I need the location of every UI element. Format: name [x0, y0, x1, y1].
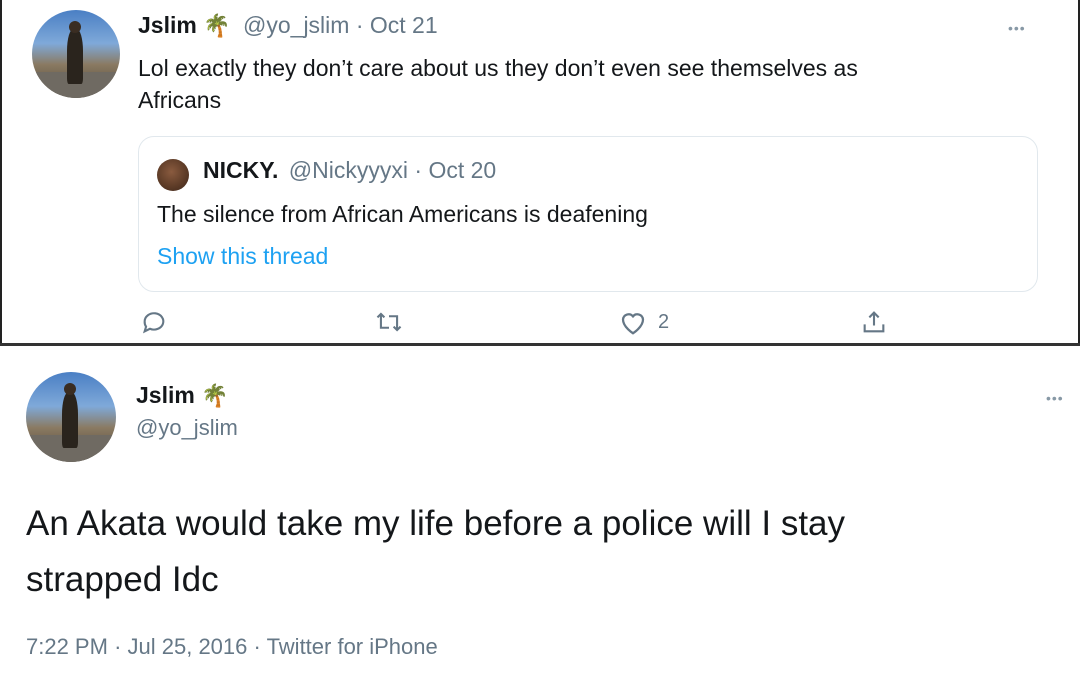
- main-tweet[interactable]: Jslim 🌴 @yo_jslim ••• An Akata would tak…: [0, 346, 1080, 678]
- tweet-text-line: An Akata would take my life before a pol…: [26, 504, 846, 543]
- action-bar: 2: [2, 308, 1080, 348]
- tweet-text: An Akata would take my life before a pol…: [26, 496, 845, 608]
- share-icon: [860, 308, 888, 336]
- more-options-icon[interactable]: •••: [1046, 390, 1064, 406]
- reply-icon: [140, 308, 168, 336]
- reply-button[interactable]: [140, 308, 168, 336]
- quoted-handle: @Nickyyyxi: [288, 157, 408, 183]
- retweet-icon: [374, 308, 404, 336]
- like-button[interactable]: 2: [618, 308, 669, 336]
- tweet-date[interactable]: Oct 21: [370, 12, 438, 38]
- share-button[interactable]: [860, 308, 888, 336]
- retweet-button[interactable]: [374, 308, 404, 336]
- author-block: Jslim 🌴 @yo_jslim: [136, 382, 238, 441]
- display-name[interactable]: Jslim: [138, 12, 197, 38]
- tweet-source[interactable]: Twitter for iPhone: [267, 634, 438, 659]
- quoted-date: Oct 20: [428, 157, 497, 183]
- tweet-date[interactable]: Jul 25, 2016: [128, 634, 248, 659]
- show-thread-link[interactable]: Show this thread: [157, 243, 328, 270]
- quoted-header: NICKY. @Nickyyyxi · Oct 20: [203, 157, 496, 184]
- palm-tree-emoji: 🌴: [203, 13, 231, 38]
- separator: ·: [414, 157, 423, 183]
- tweet-time[interactable]: 7:22 PM: [26, 634, 108, 659]
- user-handle[interactable]: @yo_jslim: [243, 12, 349, 38]
- quoted-display-name: NICKY.: [203, 157, 279, 183]
- tweet-text: Lol exactly they don’t care about us the…: [138, 52, 858, 116]
- tweet-text-line: strapped Idc: [26, 560, 219, 599]
- quoted-avatar: [157, 159, 189, 191]
- like-count: 2: [658, 310, 670, 333]
- quoted-tweet[interactable]: NICKY. @Nickyyyxi · Oct 20 The silence f…: [138, 136, 1038, 292]
- user-handle[interactable]: @yo_jslim: [136, 415, 238, 441]
- palm-tree-emoji: 🌴: [201, 383, 229, 408]
- tweet-metadata: 7:22 PM · Jul 25, 2016 · Twitter for iPh…: [26, 634, 438, 660]
- reply-tweet[interactable]: Jslim 🌴 @yo_jslim · Oct 21 ••• Lol exact…: [0, 0, 1080, 345]
- heart-icon: [618, 308, 648, 336]
- separator: ·: [114, 634, 122, 659]
- more-options-icon[interactable]: •••: [1008, 20, 1026, 36]
- avatar[interactable]: [26, 372, 116, 462]
- separator: ·: [253, 634, 261, 659]
- separator: ·: [355, 12, 364, 38]
- avatar[interactable]: [32, 10, 120, 98]
- tweet-text-line: Africans: [138, 87, 222, 113]
- display-name[interactable]: Jslim: [136, 382, 195, 408]
- tweet-text-line: Lol exactly they don’t care about us the…: [138, 55, 858, 81]
- quoted-text: The silence from African Americans is de…: [157, 201, 648, 227]
- tweet-header: Jslim 🌴 @yo_jslim · Oct 21: [138, 12, 438, 39]
